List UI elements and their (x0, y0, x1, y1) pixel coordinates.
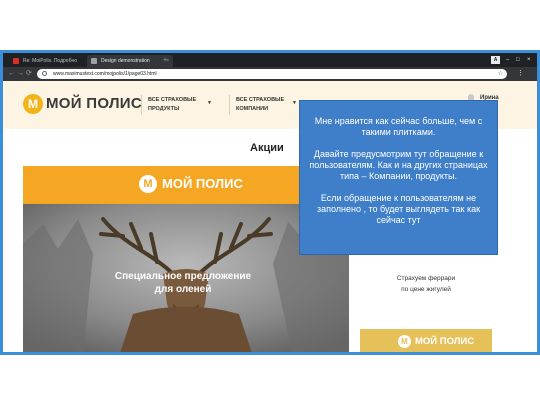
gmail-icon (13, 58, 19, 64)
promo-caption: Страхуем феррари по цене жигулей (360, 273, 492, 295)
browser-menu-icon[interactable]: ⋮ (517, 68, 524, 80)
review-comment-note: Мне нравится как сейчас больше, чем с та… (299, 100, 498, 255)
tab-label: Design demonstration (101, 58, 150, 64)
tab-label: Re: MoiPolis. Подробно (23, 58, 77, 64)
promo-caption-line: по цене жигулей (401, 286, 451, 293)
nav-all-companies[interactable]: ВСЕ СТРАХОВЫЕ КОМПАНИИ (236, 96, 284, 114)
url-text[interactable]: www.maximustest.com/mojpolis/1/page03.ht… (53, 69, 157, 79)
site-logo[interactable]: МОЙ ПОЛИС (46, 95, 142, 113)
tab-re-moipolis[interactable]: Re: MoiPolis. Подробно × (9, 55, 97, 67)
maximize-button[interactable]: □ (516, 54, 520, 66)
promo-caption: Специальное предложение для оленей (63, 270, 303, 296)
tab-design-demonstration[interactable]: Design demonstration × (87, 55, 173, 67)
promo-card-logo[interactable]: М МОЙ ПОЛИС (360, 329, 492, 352)
divider (141, 95, 142, 115)
browser-toolbar: ← → ⟳ www.maximustest.com/mojpolis/1/pag… (3, 67, 537, 81)
logo-mark-icon[interactable]: М (23, 94, 43, 114)
page-title: Акции (250, 142, 284, 154)
nav-all-products[interactable]: ВСЕ СТРАХОВЫЕ ПРОДУКТЫ (148, 96, 196, 114)
logo-mark-icon: М (139, 175, 157, 193)
note-paragraph: Давайте предусмотрим тут обращение к пол… (309, 149, 488, 181)
nav-label-line: ВСЕ СТРАХОВЫЕ (236, 97, 285, 103)
back-arrow-icon[interactable]: ← (8, 68, 15, 80)
promo-caption-line: Специальное предложение (114, 271, 252, 282)
nav-label-line: ВСЕ СТРАХОВЫЕ (148, 97, 197, 103)
minimize-button[interactable]: – (506, 54, 509, 66)
promo-caption-line: для оленей (154, 284, 212, 295)
promo-caption-line: Страхуем феррари (396, 275, 456, 282)
profile-button[interactable]: A (491, 56, 500, 64)
tab-strip: Re: MoiPolis. Подробно × Design demonstr… (3, 53, 537, 67)
chevron-down-icon[interactable]: ▼ (207, 100, 212, 106)
site-info-icon[interactable] (42, 71, 47, 76)
new-tab-button[interactable]: + (163, 55, 167, 67)
nav-label-line: ПРОДУКТЫ (148, 106, 180, 112)
note-paragraph: Если обращение к пользователям не заполн… (316, 193, 481, 225)
promo-logo: МОЙ ПОЛИС (162, 176, 243, 191)
page-icon (91, 58, 97, 64)
forward-arrow-icon[interactable]: → (17, 68, 24, 80)
note-paragraph: Мне нравится как сейчас больше, чем с та… (314, 116, 483, 137)
divider (229, 95, 230, 115)
star-icon[interactable]: ☆ (498, 69, 503, 79)
reload-icon[interactable]: ⟳ (26, 68, 32, 80)
close-window-button[interactable]: × (527, 54, 531, 66)
chevron-down-icon[interactable]: ▼ (292, 100, 297, 106)
address-bar[interactable]: www.maximustest.com/mojpolis/1/page03.ht… (37, 69, 507, 79)
promo-logo: МОЙ ПОЛИС (415, 336, 475, 347)
logo-mark-icon: М (398, 335, 411, 348)
nav-label-line: КОМПАНИИ (236, 106, 269, 112)
